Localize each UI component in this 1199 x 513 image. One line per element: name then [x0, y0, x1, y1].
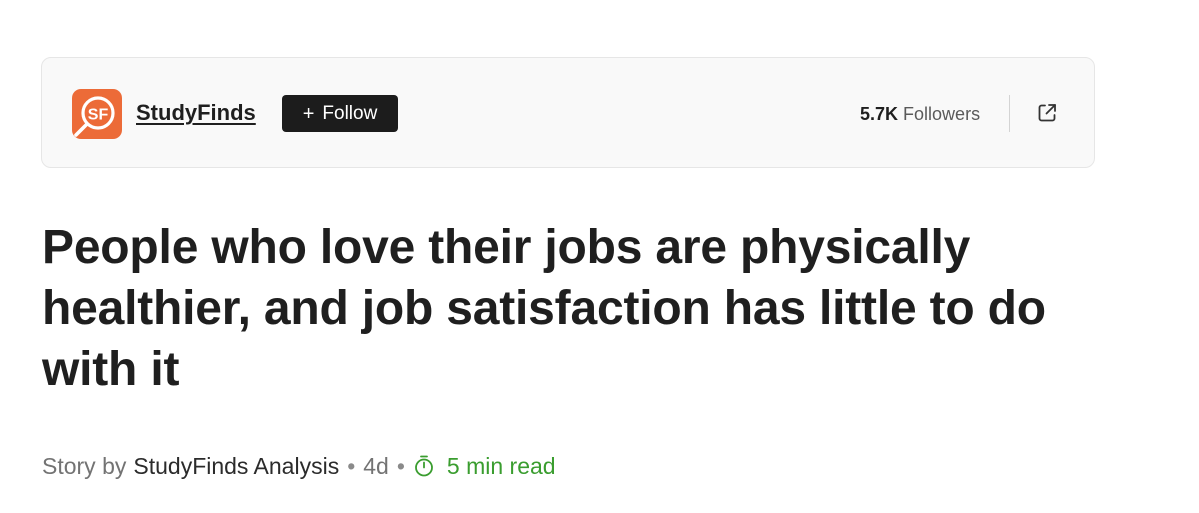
publisher-card: SF StudyFinds + Follow 5.7K Followers	[41, 57, 1095, 168]
followers-count: 5.7K Followers	[860, 103, 980, 125]
article-headline: People who love their jobs are physicall…	[42, 221, 1046, 396]
svg-text:SF: SF	[88, 107, 109, 124]
timer-icon	[415, 455, 433, 477]
separator-dot: •	[347, 453, 356, 479]
publisher-name-link[interactable]: StudyFinds	[136, 100, 256, 126]
read-time-label: 5 min read	[446, 453, 556, 479]
read-time: 5 min read	[413, 451, 556, 481]
plus-icon: +	[302, 102, 315, 125]
studyfinds-logo-icon[interactable]: SF	[72, 89, 122, 139]
follow-button[interactable]: + Follow	[282, 95, 398, 132]
followers-label: Followers	[903, 104, 981, 124]
publish-age: 4d	[363, 453, 389, 479]
byline-prefix: Story by	[42, 453, 127, 479]
byline-author[interactable]: StudyFinds Analysis	[133, 451, 339, 481]
divider	[1009, 95, 1010, 132]
separator-dot: •	[396, 453, 405, 479]
external-link-icon[interactable]	[1036, 102, 1058, 124]
byline: Story by StudyFinds Analysis • 4d • 5 mi…	[42, 451, 556, 481]
followers-number: 5.7K	[860, 104, 899, 124]
follow-label: Follow	[322, 102, 378, 124]
